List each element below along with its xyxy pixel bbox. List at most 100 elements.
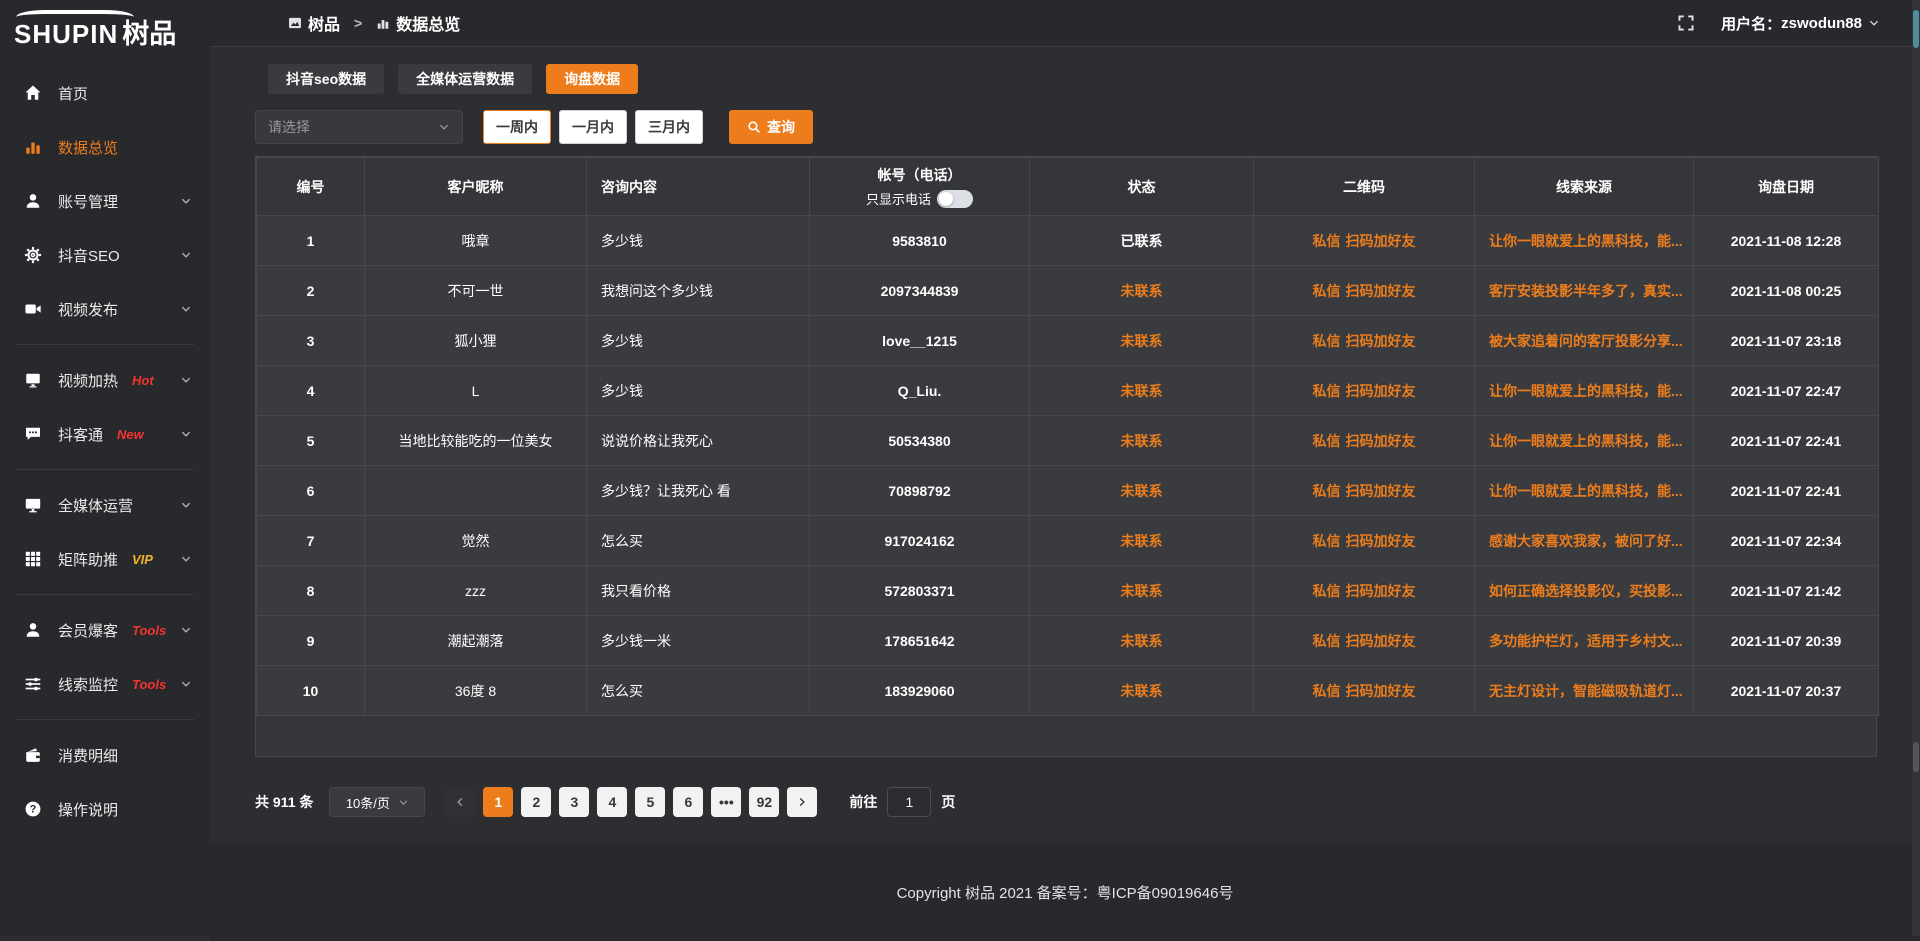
breadcrumb: 树品 > 数据总览 [288,11,460,35]
sidebar-item-label: 数据总览 [58,137,118,158]
source-link[interactable]: 无主灯设计，智能磁吸轨道灯... [1489,683,1683,699]
qr-link[interactable]: 私信 [1313,533,1341,549]
qr-link[interactable]: 扫码加好友 [1346,583,1416,599]
phone-only-toggle[interactable] [937,190,973,208]
qr-link[interactable]: 私信 [1313,583,1341,599]
sidebar-item-label: 抖客通 [58,424,103,445]
qr-link[interactable]: 私信 [1313,233,1341,249]
cell-nickname: 哦章 [365,216,587,266]
filter-select[interactable]: 请选择 [255,110,463,144]
tab-douyin-seo-data[interactable]: 抖音seo数据 [268,64,384,94]
cell-source: 如何正确选择投影仪，买投影... [1475,566,1694,616]
tab-omni-media-data[interactable]: 全媒体运营数据 [398,64,532,94]
cell-status: 未联系 [1030,666,1254,716]
tab-inquiry-data[interactable]: 询盘数据 [546,64,638,94]
breadcrumb-item-root[interactable]: 树品 [308,11,340,35]
page-size-select[interactable]: 10条/页 [329,787,425,817]
status-badge: 未联系 [1121,383,1163,399]
period-button-one-month[interactable]: 一月内 [559,110,627,144]
sidebar-item-omni-media-operation[interactable]: 全媒体运营 [0,478,210,532]
chevron-down-icon [438,121,450,133]
scrollbar[interactable] [1912,0,1920,936]
goto-page-input[interactable] [887,787,931,817]
user-menu[interactable]: 用户名：zswodun88 [1721,13,1880,34]
search-button[interactable]: 查询 [729,110,813,144]
sidebar-badge-hot: Hot [132,373,154,388]
qr-link[interactable]: 私信 [1313,283,1341,299]
chevron-down-icon [398,797,409,808]
qr-link[interactable]: 扫码加好友 [1346,233,1416,249]
cell-source: 客厅安装投影半年多了，真实... [1475,266,1694,316]
source-link[interactable]: 让你一眼就爱上的黑科技，能... [1489,383,1683,399]
qr-link[interactable]: 扫码加好友 [1346,333,1416,349]
cell-status: 未联系 [1030,616,1254,666]
qr-link[interactable]: 扫码加好友 [1346,283,1416,299]
cell-account: 9583810 [810,216,1030,266]
page-button-3[interactable]: 3 [559,787,589,817]
qr-link[interactable]: 私信 [1313,683,1341,699]
period-button-one-week[interactable]: 一周内 [483,110,551,144]
sidebar-item-consumption-detail[interactable]: 消费明细 [0,728,210,782]
sidebar-item-data-overview[interactable]: 数据总览 [0,120,210,174]
qr-link[interactable]: 扫码加好友 [1346,533,1416,549]
cell-qrcode: 私信扫码加好友 [1254,416,1475,466]
qr-link[interactable]: 扫码加好友 [1346,433,1416,449]
qr-link[interactable]: 扫码加好友 [1346,683,1416,699]
sidebar-item-account-management[interactable]: 账号管理 [0,174,210,228]
page-button-4[interactable]: 4 [597,787,627,817]
cell-date: 2021-11-07 22:41 [1694,466,1879,516]
filter-select-placeholder: 请选择 [268,117,310,137]
sidebar-item-video-heating[interactable]: 视频加热Hot [0,353,210,407]
page-button-5[interactable]: 5 [635,787,665,817]
sidebar-item-video-publish[interactable]: 视频发布 [0,282,210,336]
qr-link[interactable]: 私信 [1313,433,1341,449]
source-link[interactable]: 让你一眼就爱上的黑科技，能... [1489,233,1683,249]
sidebar-item-operation-guide[interactable]: ? 操作说明 [0,782,210,836]
page-ellipsis-button[interactable]: ••• [711,787,741,817]
sidebar-item-clue-monitor[interactable]: 线索监控Tools [0,657,210,711]
scrollbar-thumb[interactable] [1913,10,1919,48]
cell-account: 178651642 [810,616,1030,666]
source-link[interactable]: 如何正确选择投影仪，买投影... [1489,583,1683,599]
cell-id: 8 [257,566,365,616]
sidebar-item-douyin-seo[interactable]: 抖音SEO [0,228,210,282]
fullscreen-icon[interactable] [1677,14,1695,32]
sidebar-item-member-baoke[interactable]: 会员爆客Tools [0,603,210,657]
page-button-92[interactable]: 92 [749,787,779,817]
cell-id: 9 [257,616,365,666]
sidebar-item-home[interactable]: 首页 [0,66,210,120]
page-button-2[interactable]: 2 [521,787,551,817]
scrollbar-thumb[interactable] [1913,742,1919,772]
source-link[interactable]: 客厅安装投影半年多了，真实... [1489,283,1683,299]
qr-link[interactable]: 私信 [1313,633,1341,649]
qr-link[interactable]: 扫码加好友 [1346,383,1416,399]
source-link[interactable]: 多功能护栏灯，适用于乡村文... [1489,633,1683,649]
qr-link[interactable]: 私信 [1313,383,1341,399]
logo-arc-decoration [16,10,134,24]
username-value: zswodun88 [1781,15,1862,32]
cell-date: 2021-11-07 22:47 [1694,366,1879,416]
main-area: 树品 > 数据总览 用户名：zswodun88 抖音seo数据全媒体运营数据询盘… [210,0,1920,936]
qr-link[interactable]: 扫码加好友 [1346,483,1416,499]
sidebar-item-matrix-boost[interactable]: 矩阵助推VIP [0,532,210,586]
source-link[interactable]: 让你一眼就爱上的黑科技，能... [1489,483,1683,499]
source-link[interactable]: 感谢大家喜欢我家，被问了好... [1489,533,1683,549]
source-link[interactable]: 被大家追着问的客厅投影分享... [1489,333,1683,349]
qr-link[interactable]: 扫码加好友 [1346,633,1416,649]
cell-qrcode: 私信扫码加好友 [1254,616,1475,666]
column-header-content: 咨询内容 [587,158,810,216]
qr-link[interactable]: 私信 [1313,483,1341,499]
prev-page-button[interactable] [445,787,475,817]
sidebar-badge-tools: Tools [132,677,166,692]
chevron-down-icon [180,678,192,690]
chevron-left-icon [454,796,466,808]
qr-link[interactable]: 私信 [1313,333,1341,349]
sidebar-item-douketong[interactable]: 抖客通New [0,407,210,461]
period-button-three-months[interactable]: 三月内 [635,110,703,144]
source-link[interactable]: 让你一眼就爱上的黑科技，能... [1489,433,1683,449]
breadcrumb-item-current[interactable]: 数据总览 [396,11,460,35]
next-page-button[interactable] [787,787,817,817]
cell-status: 未联系 [1030,416,1254,466]
page-button-6[interactable]: 6 [673,787,703,817]
page-button-1[interactable]: 1 [483,787,513,817]
